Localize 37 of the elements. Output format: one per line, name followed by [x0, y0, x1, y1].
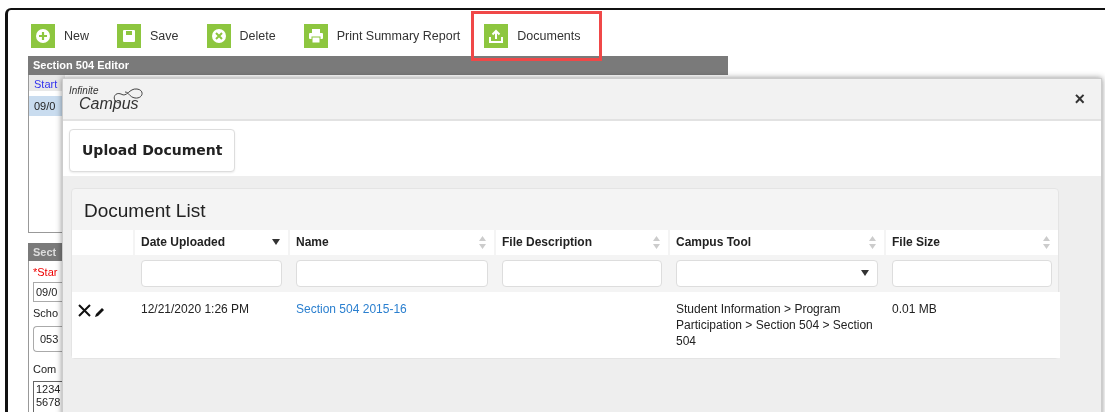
table-cell: 12/21/2020 1:26 PM [141, 301, 250, 316]
filter-dropdown[interactable] [676, 259, 878, 287]
upload-document-button[interactable]: Upload Document [69, 129, 236, 172]
sort-descending-icon[interactable] [272, 239, 280, 245]
table-cell: Student Information > Program Participation > Section 504 > Section 504 [676, 301, 873, 348]
toolbar-button[interactable]: Save [114, 18, 190, 54]
panel-title: Section 504 Editor [28, 56, 728, 75]
caret-icon [861, 270, 869, 276]
upload-tray-icon [484, 24, 509, 48]
filter-field[interactable] [502, 259, 662, 287]
filter-field[interactable] [296, 259, 488, 287]
list-row[interactable]: 09/0 [29, 95, 65, 116]
field-label: *Star [33, 265, 59, 280]
close-button[interactable]: × [1070, 85, 1089, 113]
filter-field[interactable] [141, 259, 282, 287]
sort-icon[interactable] [869, 235, 876, 249]
document-link[interactable]: Section 504 2015-16 [296, 301, 407, 316]
filter-field[interactable] [892, 259, 1052, 287]
column-header[interactable]: Name [296, 233, 329, 251]
column-header[interactable]: Date Uploaded [141, 233, 225, 251]
sort-icon[interactable] [1043, 235, 1050, 249]
sort-icon[interactable] [479, 235, 486, 249]
delete-icon[interactable] [78, 303, 91, 317]
card-title: Document List [83, 199, 207, 223]
printer-icon [303, 24, 328, 48]
logo: Infinite Campus [69, 86, 145, 112]
column-header[interactable]: File Description [502, 233, 593, 251]
toolbar-button[interactable]: Documents [471, 11, 602, 61]
sort-icon[interactable] [653, 235, 660, 249]
toolbar-button[interactable]: Delete [203, 18, 287, 54]
table-cell: 0.01 MB [892, 301, 937, 316]
column-header[interactable]: File Size [892, 233, 941, 251]
column-header[interactable]: Campus Tool [676, 233, 752, 251]
toolbar-button[interactable]: New [28, 18, 100, 54]
toolbar-button[interactable]: Print Summary Report [300, 18, 472, 54]
field-label: Scho [33, 306, 60, 321]
field-label: Com [33, 362, 58, 377]
